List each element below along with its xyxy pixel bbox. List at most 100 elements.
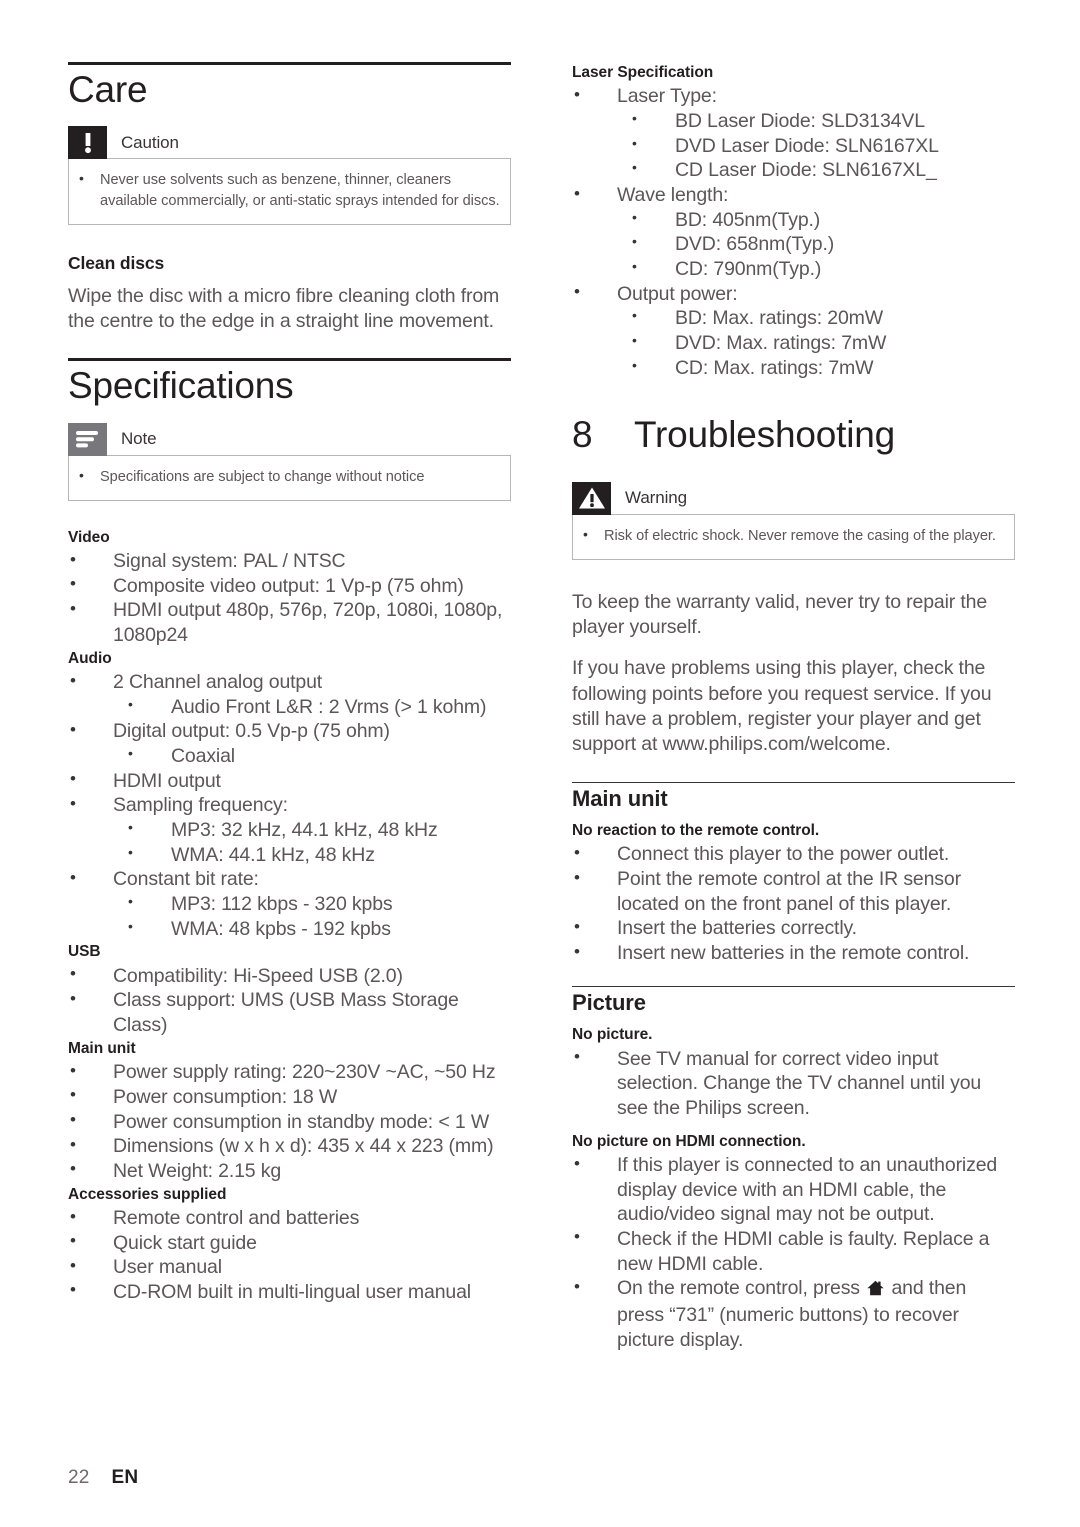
section-divider (572, 985, 1015, 987)
nested-bullet-list: BD: 405nm(Typ.)DVD: 658nm(Typ.)CD: 790nm… (572, 208, 1015, 282)
list-item: Connect this player to the power outlet. (572, 842, 1015, 867)
list-item: CD Laser Diode: SLN6167XL_ (572, 158, 1015, 183)
bullet-list: Sampling frequency: (68, 793, 511, 818)
note-callout-body: Specifications are subject to change wit… (68, 454, 511, 501)
main-unit-problem-list: No reaction to the remote control. Connec… (572, 820, 1015, 966)
bullet-list: If this player is connected to an unauth… (572, 1153, 1015, 1276)
list-item: BD Laser Diode: SLD3134VL (572, 109, 1015, 134)
list-item: WMA: 48 kpbs - 192 kpbs (68, 917, 511, 942)
list-item: User manual (68, 1255, 511, 1280)
care-section: Care Caution Never use solvents such as (68, 62, 511, 334)
bullet-list: 2 Channel analog output (68, 670, 511, 695)
bullet-list: Power consumption in standby mode: < 1 W (68, 1109, 511, 1135)
troubleshooting-problem: No picture. See TV manual for correct vid… (572, 1024, 1015, 1120)
laser-specification-heading: Laser Specification (572, 64, 714, 81)
warning-callout-header: Warning (572, 481, 1015, 515)
note-callout-label: Note (121, 429, 157, 449)
list-item: Signal system: PAL / NTSC (68, 549, 511, 574)
nested-bullet-list: MP3: 32 kHz, 44.1 kHz, 48 kHzWMA: 44.1 k… (68, 818, 511, 867)
troubleshooting-picture: Picture No picture. See TV manual for cor… (572, 985, 1015, 1353)
troubleshooting-problem: No reaction to the remote control. Connec… (572, 820, 1015, 966)
list-item: HDMI output 480p, 576p, 720p, 1080i, 108… (68, 598, 511, 647)
bullet-list: On the remote control, press and then pr… (572, 1276, 1015, 1352)
footer-language: EN (111, 1467, 139, 1488)
list-item: Composite video output: 1 Vp-p (75 ohm) (68, 573, 511, 599)
list-item: Digital output: 0.5 Vp-p (75 ohm) (68, 719, 511, 744)
note-lines-icon (68, 422, 107, 456)
specifications-groups: Video Signal system: PAL / NTSCComposite … (68, 527, 511, 1305)
nested-bullet-list: BD Laser Diode: SLD3134VLDVD Laser Diode… (572, 109, 1015, 183)
section-divider (68, 62, 511, 65)
note-callout: Note Specifications are subject to chang… (68, 422, 511, 501)
manual-page: Care Caution Never use solvents such as (0, 0, 1080, 1527)
list-item: CD: Max. ratings: 7mW (572, 356, 1015, 381)
bullet-list: Net Weight: 2.15 kg (68, 1158, 511, 1184)
caution-callout-body: Never use solvents such as benzene, thin… (68, 158, 511, 225)
list-item: Power supply rating: 220~230V ~AC, ~50 H… (68, 1060, 511, 1085)
bullet-list: User manual (68, 1255, 511, 1280)
list-item: BD: 405nm(Typ.) (572, 208, 1015, 233)
bullet-list: See TV manual for correct video input se… (572, 1046, 1015, 1121)
nested-bullet-list: Audio Front L&R : 2 Vrms (> 1 kohm) (68, 695, 511, 720)
bullet-list: Compatibility: Hi-Speed USB (2.0) (68, 963, 511, 989)
troubleshooting-problem: No picture on HDMI connection. If this pl… (572, 1131, 1015, 1353)
warning-callout-label: Warning (625, 488, 687, 508)
list-item: Sampling frequency: (68, 793, 511, 818)
list-item: Check if the HDMI cable is faulty. Repla… (572, 1226, 1015, 1276)
bullet-list: Constant bit rate: (68, 867, 511, 892)
nested-bullet-list: Coaxial (68, 744, 511, 769)
footer-page-number: 22 (68, 1467, 90, 1488)
list-item: Power consumption: 18 W (68, 1084, 511, 1110)
specification-group: Audio 2 Channel analog outputAudio Front … (68, 648, 511, 942)
warning-list: Risk of electric shock. Never remove the… (573, 525, 1006, 547)
bullet-list: Digital output: 0.5 Vp-p (75 ohm) (68, 719, 511, 744)
list-item: Quick start guide (68, 1230, 511, 1256)
clean-discs-body: Wipe the disc with a micro fibre cleanin… (68, 284, 500, 333)
specification-group-heading: USB (68, 943, 101, 961)
bullet-list: Wave length: (572, 183, 1015, 208)
note-callout-header: Note (68, 422, 511, 456)
caution-list: Never use solvents such as benzene, thin… (69, 169, 502, 211)
bullet-list: Composite video output: 1 Vp-p (75 ohm) (68, 573, 511, 599)
list-item: DVD Laser Diode: SLN6167XL (572, 134, 1015, 159)
problem-heading: No picture on HDMI connection. (572, 1132, 806, 1150)
bullet-list: Class support: UMS (USB Mass Storage Cla… (68, 988, 511, 1037)
list-item: DVD: Max. ratings: 7mW (572, 331, 1015, 356)
list-item: If this player is connected to an unauth… (572, 1153, 1015, 1227)
picture-title: Picture (572, 989, 646, 1015)
list-item: BD: Max. ratings: 20mW (572, 306, 1015, 331)
warning-triangle-icon (572, 481, 611, 515)
list-item: Output power: (572, 281, 1015, 307)
clean-discs-heading: Clean discs (68, 252, 165, 273)
specifications-title: Specifications (68, 365, 294, 407)
problem-heading: No reaction to the remote control. (572, 821, 820, 839)
note-list: Specifications are subject to change wit… (69, 466, 502, 488)
exclamation-mark-icon (68, 126, 107, 160)
bullet-list: HDMI output 480p, 576p, 720p, 1080i, 108… (68, 598, 511, 647)
laser-specification-list: Laser Type:BD Laser Diode: SLD3134VLDVD … (572, 84, 1015, 380)
section-divider (68, 358, 511, 362)
list-item: Insert the batteries correctly. (572, 916, 1015, 941)
bullet-list: Connect this player to the power outlet.… (572, 842, 1015, 965)
list-item: CD: 790nm(Typ.) (572, 257, 1015, 282)
specification-group: Video Signal system: PAL / NTSCComposite … (68, 527, 511, 648)
troubleshooting-intro-2: If you have problems using this player, … (572, 657, 992, 756)
specification-group-heading: Video (68, 528, 110, 546)
warning-callout: Warning Risk of electric shock. Never re… (572, 481, 1015, 560)
specification-group: USB Compatibility: Hi-Speed USB (2.0)Clas… (68, 941, 511, 1037)
list-item: Net Weight: 2.15 kg (68, 1158, 511, 1184)
problem-heading: No picture. (572, 1026, 653, 1044)
troubleshooting-section: 8 Troubleshooting Warning • Risk of elec… (572, 414, 1015, 1352)
list-item: Laser Type: (572, 84, 1015, 109)
chapter-number: 8 (572, 414, 593, 456)
list-item: Constant bit rate: (68, 867, 511, 892)
list-item: Power consumption in standby mode: < 1 W (68, 1109, 511, 1135)
list-item: HDMI output (68, 768, 511, 794)
section-divider (572, 781, 1015, 783)
specification-group: Main unit Power supply rating: 220~230V ~… (68, 1038, 511, 1184)
bullet-list: Signal system: PAL / NTSC (68, 549, 511, 574)
specification-group: Accessories supplied Remote control and b… (68, 1184, 511, 1305)
bullet-list: HDMI output (68, 768, 511, 794)
specification-group-heading: Audio (68, 649, 112, 667)
bullet-list: Output power: (572, 281, 1015, 307)
